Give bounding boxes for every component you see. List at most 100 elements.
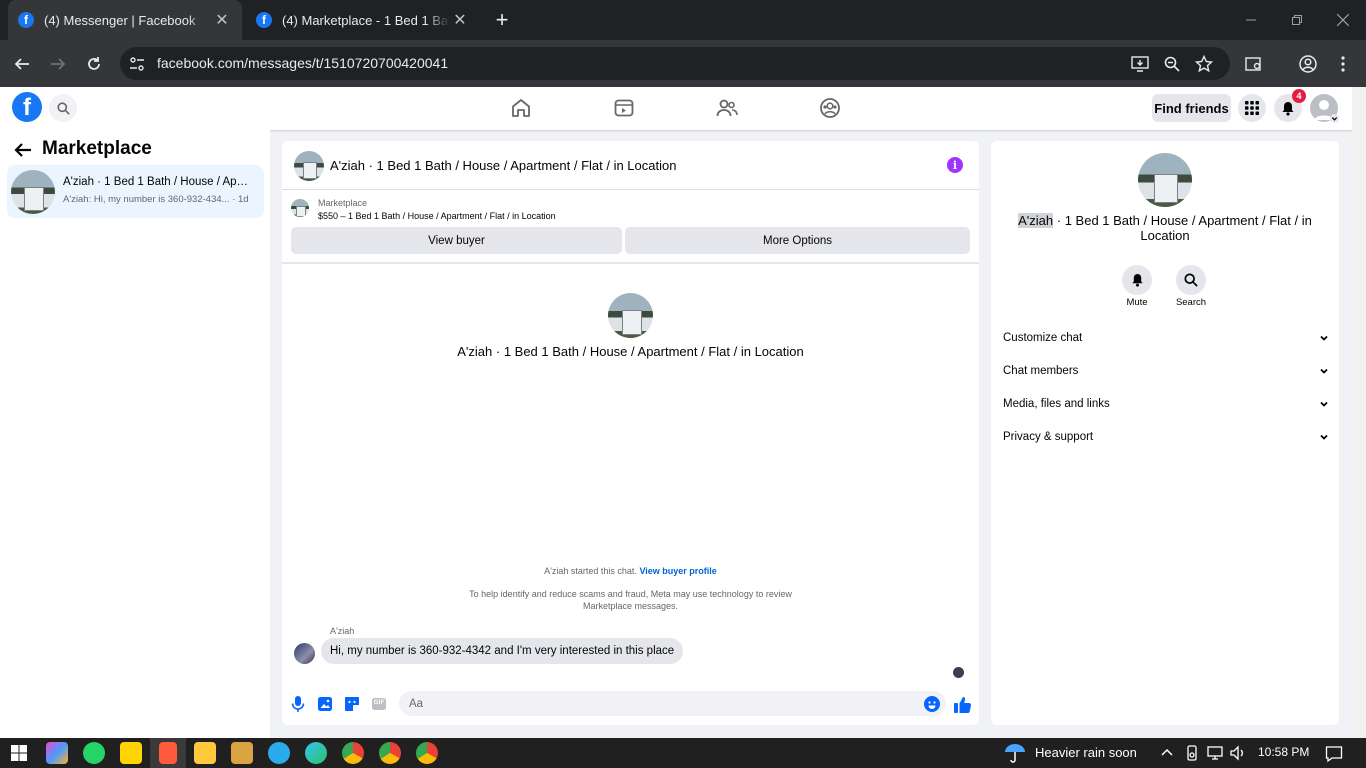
weather-text[interactable]: Heavier rain soon: [1035, 745, 1137, 760]
details-title-rest: · 1 Bed 1 Bath / House / Apartment / Fla…: [1053, 213, 1312, 243]
row-label: Customize chat: [1003, 332, 1083, 344]
notifications-center-icon[interactable]: [1325, 745, 1343, 763]
facebook-header: [0, 87, 1352, 130]
close-tab-icon[interactable]: ✕: [450, 10, 470, 30]
media-files-links-row[interactable]: Media, files and links: [1003, 394, 1329, 414]
notification-badge: 4: [1292, 89, 1306, 103]
site-settings-icon[interactable]: [125, 52, 149, 76]
tab-search-icon[interactable]: [1242, 52, 1266, 76]
mute-bell-icon[interactable]: [1122, 265, 1152, 295]
listing-thumbnail: [11, 170, 55, 214]
divider: [282, 189, 979, 190]
message-bubble[interactable]: Hi, my number is 360-932-4342 and I'm ve…: [321, 638, 684, 664]
chevron-down-icon: [1320, 401, 1328, 407]
profile-icon[interactable]: [1296, 52, 1320, 76]
chevron-up-icon[interactable]: [1159, 745, 1175, 761]
zoom-icon[interactable]: [1160, 52, 1184, 76]
info-icon[interactable]: i: [947, 157, 963, 173]
device-icon[interactable]: [1184, 745, 1200, 761]
groups-icon[interactable]: [819, 97, 841, 119]
conversation-snippet: A'ziah: Hi, my number is 360-932-434... …: [63, 194, 249, 205]
clock[interactable]: 10:58 PM: [1258, 745, 1309, 759]
tab-messenger[interactable]: f (4) Messenger | Facebook ✕: [8, 0, 242, 40]
bookmark-star-icon[interactable]: [1192, 52, 1216, 76]
chevron-down-icon: [1320, 368, 1328, 374]
search-icon[interactable]: [49, 94, 77, 122]
conversation-title: A'ziah · 1 Bed 1 Bath / House / Apartmen…: [63, 176, 253, 188]
view-buyer-profile-link[interactable]: View buyer profile: [639, 566, 716, 576]
url-text[interactable]: facebook.com/messages/t/1510720700420041: [157, 55, 448, 71]
row-label: Chat members: [1003, 365, 1079, 377]
chat-header-title[interactable]: A'ziah · 1 Bed 1 Bath / House / Apartmen…: [330, 158, 676, 173]
conversations-sidebar: [0, 130, 270, 738]
search-icon[interactable]: [1176, 265, 1206, 295]
tab-marketplace[interactable]: f (4) Marketplace - 1 Bed 1 Bath / ✕: [246, 0, 480, 40]
gif-icon[interactable]: GIF: [370, 695, 388, 713]
windows-start-icon[interactable]: [11, 745, 27, 761]
photo-icon[interactable]: [316, 695, 334, 713]
home-icon[interactable]: [510, 97, 532, 119]
account-chevron-icon[interactable]: [1330, 114, 1339, 123]
chat-center-name: A'ziah · 1 Bed 1 Bath / House / Apartmen…: [457, 344, 804, 359]
chat-header-thumbnail[interactable]: [294, 151, 324, 181]
friends-icon[interactable]: [716, 97, 738, 119]
find-friends-button[interactable]: Find friends: [1152, 94, 1231, 122]
network-icon[interactable]: [1207, 745, 1223, 761]
chat-members-row[interactable]: Chat members: [1003, 361, 1329, 381]
file-explorer-icon[interactable]: [194, 742, 216, 764]
restore-button[interactable]: [1274, 0, 1320, 40]
sender-avatar[interactable]: [294, 643, 315, 664]
close-tab-icon[interactable]: ✕: [212, 10, 232, 30]
back-arrow-icon[interactable]: [14, 142, 34, 158]
mute-label: Mute: [1126, 297, 1148, 308]
sticker-icon[interactable]: [343, 695, 361, 713]
message-composer[interactable]: [399, 691, 946, 716]
sticky-notes-icon[interactable]: [120, 742, 142, 764]
edge-icon[interactable]: [305, 742, 327, 764]
tab-title: (4) Marketplace - 1 Bed 1 Bath /: [282, 12, 450, 28]
emoji-icon[interactable]: [924, 696, 940, 712]
install-app-icon[interactable]: [1128, 52, 1152, 76]
reload-icon[interactable]: [81, 51, 107, 77]
row-label: Media, files and links: [1003, 398, 1110, 410]
menu-kebab-icon[interactable]: [1331, 52, 1355, 76]
copilot-icon[interactable]: [46, 742, 68, 764]
app-icon[interactable]: [159, 742, 177, 764]
back-icon[interactable]: [9, 51, 35, 77]
chrome-icon[interactable]: [416, 742, 438, 764]
listing-title[interactable]: $550 – 1 Bed 1 Bath / House / Apartment …: [318, 211, 556, 221]
forward-icon[interactable]: [45, 51, 71, 77]
customize-chat-row[interactable]: Customize chat: [1003, 328, 1329, 348]
whatsapp-icon[interactable]: [83, 742, 105, 764]
facebook-logo[interactable]: f: [12, 92, 42, 122]
menu-grid-icon[interactable]: [1238, 94, 1266, 122]
message-input[interactable]: [399, 691, 946, 716]
sender-name: A'ziah: [330, 626, 355, 636]
app-icon[interactable]: [231, 742, 253, 764]
chevron-down-icon: [1320, 335, 1328, 341]
weather-umbrella-icon[interactable]: [1003, 742, 1027, 764]
tab-title: (4) Messenger | Facebook: [44, 12, 196, 28]
view-buyer-button[interactable]: View buyer: [291, 227, 622, 254]
facebook-icon: f: [18, 12, 34, 28]
sidebar-title: Marketplace: [42, 138, 152, 159]
telegram-icon[interactable]: [268, 742, 290, 764]
privacy-support-row[interactable]: Privacy & support: [1003, 427, 1329, 447]
details-title: A'ziah · 1 Bed 1 Bath / House / Apartmen…: [1005, 213, 1325, 243]
microphone-icon[interactable]: [289, 695, 307, 713]
chrome-icon[interactable]: [342, 742, 364, 764]
volume-icon[interactable]: [1230, 745, 1246, 761]
new-tab-button[interactable]: +: [490, 7, 514, 32]
meta-safety-note: To help identify and reduce scams and fr…: [469, 589, 792, 611]
close-window-button[interactable]: [1320, 0, 1366, 40]
thumbs-up-icon[interactable]: [953, 695, 972, 714]
chrome-icon[interactable]: [379, 742, 401, 764]
page-scrollbar[interactable]: [1352, 87, 1366, 738]
seen-indicator: [953, 667, 964, 678]
facebook-icon: f: [256, 12, 272, 28]
minimize-button[interactable]: [1228, 0, 1274, 40]
row-label: Privacy & support: [1003, 431, 1094, 443]
more-options-button[interactable]: More Options: [625, 227, 970, 254]
video-icon[interactable]: [613, 97, 635, 119]
listing-label: Marketplace: [318, 198, 368, 208]
